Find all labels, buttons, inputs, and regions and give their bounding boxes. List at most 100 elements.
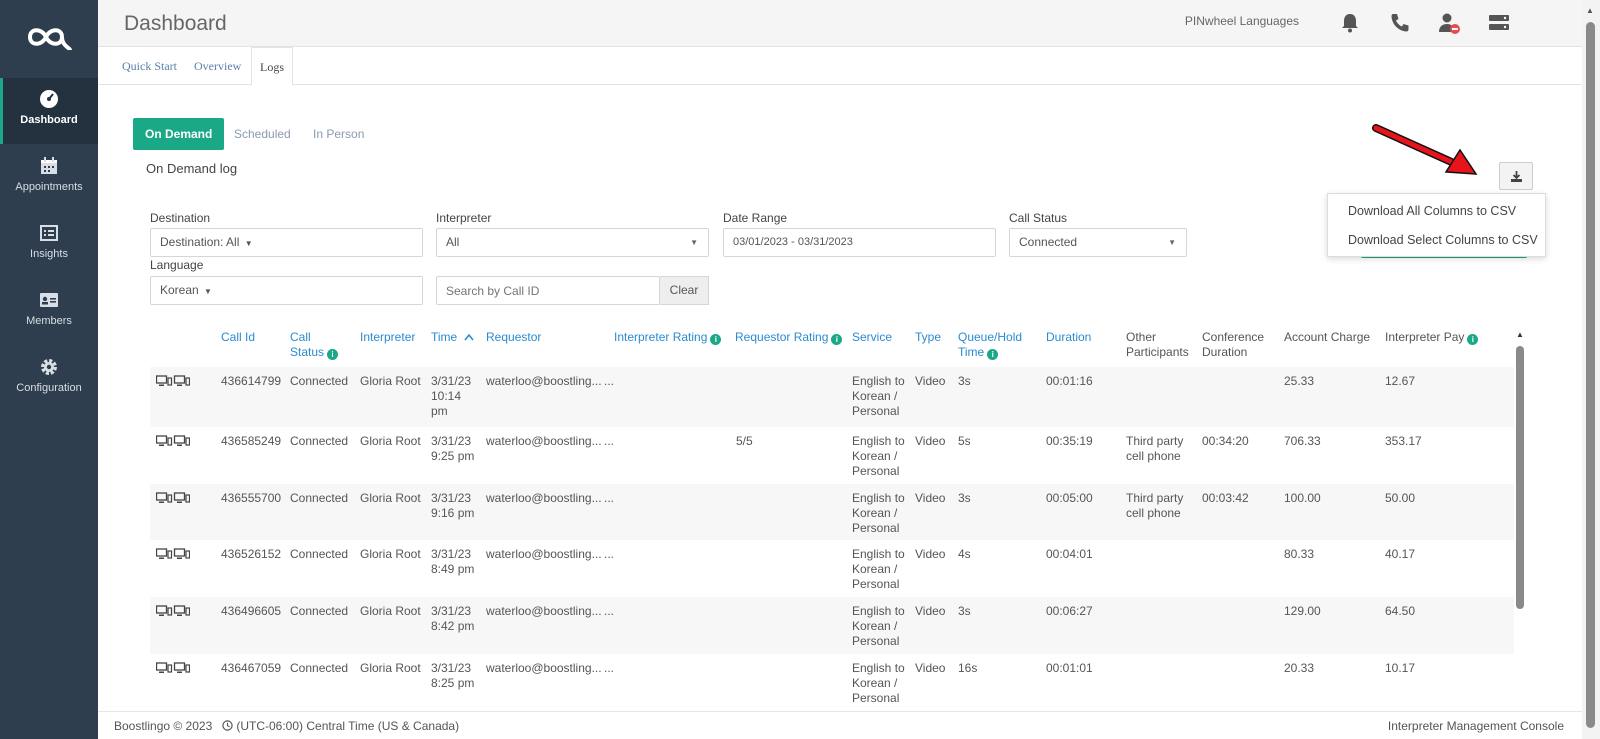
column-header-duration[interactable]: Duration — [1046, 330, 1091, 345]
boostlingo-logo-icon[interactable] — [24, 22, 74, 52]
column-header-time[interactable]: Time — [431, 330, 474, 345]
tab-overview[interactable]: Overview — [186, 47, 249, 85]
cell-time: 3/31/23 9:25 pm — [431, 434, 474, 464]
page-scroll-up-icon[interactable]: ▲ — [1586, 6, 1594, 15]
server-icon[interactable] — [1487, 11, 1511, 35]
cell-service: English to Korean / Personal — [852, 547, 905, 592]
sidebar-item-configuration[interactable]: Configuration — [0, 346, 98, 412]
scroll-up-icon[interactable]: ▲ — [1516, 330, 1524, 339]
cell-status: Connected — [290, 491, 348, 506]
sidebar-item-dashboard[interactable]: Dashboard — [0, 78, 98, 144]
table-row[interactable]: 436496605 Connected Gloria Root 3/31/23 8:42… — [150, 597, 1514, 654]
column-header-queue-hold-time[interactable]: Queue/Hold Time i — [958, 330, 1022, 360]
date-range-input[interactable]: 03/01/2023 - 03/31/2023 — [723, 228, 996, 257]
cell-account-charge: 706.33 — [1284, 434, 1321, 449]
cell-queue: 3s — [958, 491, 971, 506]
cell-line: 00:35:19 — [1046, 434, 1093, 448]
destination-label: Destination — [150, 211, 211, 225]
phone-icon[interactable] — [1388, 11, 1412, 35]
cell-line: 8:42 pm — [431, 619, 475, 633]
bell-icon[interactable] — [1338, 11, 1362, 35]
tab-quick-start[interactable]: Quick Start — [114, 47, 185, 85]
cell-line: waterloo@boostling... — [486, 491, 602, 505]
cell-duration: 00:35:19 — [1046, 434, 1093, 449]
cell-line: cell phone — [1126, 506, 1181, 520]
cell-line: 00:04:01 — [1046, 547, 1093, 561]
cell-type: Video — [915, 434, 945, 449]
cell-type: Video — [915, 374, 945, 389]
column-header-interpreter-rating[interactable]: Interpreter Rating i — [614, 330, 722, 345]
clear-button[interactable]: Clear — [660, 276, 709, 305]
table-row[interactable]: 436555700 Connected Gloria Root 3/31/23 9:16… — [150, 484, 1514, 540]
organization-name[interactable]: PINwheel Languages — [1185, 14, 1299, 28]
cell-line: Korean / — [852, 676, 898, 690]
cell-line: 3/31/23 — [431, 374, 472, 388]
subtab-scheduled[interactable]: Scheduled — [222, 118, 303, 150]
cell-line: 436496605 — [221, 604, 282, 618]
cell-line: 80.33 — [1284, 547, 1315, 561]
table-row[interactable]: 436526152 Connected Gloria Root 3/31/23 8:49… — [150, 540, 1514, 597]
column-header-call-status[interactable]: Call Status i — [290, 330, 339, 360]
cell-line: English to — [852, 547, 905, 561]
language-label: Language — [150, 258, 204, 272]
subtab-in-person[interactable]: In Person — [301, 118, 376, 150]
column-header-label: Queue/Hold — [958, 330, 1023, 344]
table-row[interactable]: 436614799 Connected Gloria Root 3/31/23 10:1… — [150, 367, 1514, 427]
search-call-id-input[interactable] — [436, 276, 660, 305]
cell-requestor: waterloo@boostling... — [486, 547, 602, 562]
calendar-icon — [41, 157, 57, 174]
device-icons — [156, 435, 190, 446]
sidebar-item-appointments[interactable]: Appointments — [0, 145, 98, 211]
sort-ascending-icon — [463, 333, 474, 341]
tab-logs[interactable]: Logs — [251, 47, 293, 86]
download-all-columns-option[interactable]: Download All Columns to CSV — [1348, 204, 1516, 218]
subtab-on-demand[interactable]: On Demand — [133, 118, 225, 150]
sidebar-item-members[interactable]: Members — [0, 279, 98, 345]
page-scrollbar-thumb[interactable] — [1586, 22, 1595, 728]
table-scrollbar[interactable] — [1516, 346, 1524, 609]
user-status-icon[interactable] — [1437, 11, 1461, 35]
cell-type: Video — [915, 604, 945, 619]
column-header-requestor-rating[interactable]: Requestor Rating i — [735, 330, 843, 345]
footer-brand: Boostlingo © 2023 — [114, 719, 213, 733]
column-header-type[interactable]: Type — [915, 330, 941, 345]
sidebar-item-label: Appointments — [15, 181, 83, 193]
cell-line: 64.50 — [1385, 604, 1416, 618]
cell-type: Video — [915, 661, 945, 676]
caret-down-icon: ▼ — [204, 287, 212, 296]
cell-duration: 00:05:00 — [1046, 491, 1093, 506]
device-icons — [156, 548, 190, 559]
info-icon[interactable]: i — [987, 349, 999, 360]
cell-line: Gloria Root — [360, 491, 421, 505]
column-header-label: Conference — [1202, 330, 1265, 344]
info-icon[interactable]: i — [327, 349, 339, 360]
column-header-call-id[interactable]: Call Id — [221, 330, 255, 345]
table-row[interactable]: 436467059 Connected Gloria Root 3/31/23 8:25… — [150, 654, 1514, 710]
destination-value: Destination: All — [160, 235, 240, 249]
cell-line: 436526152 — [221, 547, 282, 561]
device-icons — [156, 492, 190, 503]
download-button[interactable] — [1499, 162, 1533, 190]
cell-line: Connected — [290, 604, 349, 618]
destination-dropdown[interactable]: Destination: All ▼ — [150, 228, 423, 257]
cell-line: Gloria Root — [360, 661, 421, 675]
cell-interpreter: Gloria Root — [360, 491, 421, 506]
table-row[interactable]: 436585249 Connected Gloria Root 3/31/23 9:25… — [150, 427, 1514, 484]
info-icon[interactable]: i — [831, 334, 843, 345]
cell-line: Gloria Root — [360, 374, 421, 388]
cell-line: Video — [915, 604, 946, 618]
column-header-interpreter[interactable]: Interpreter — [360, 330, 415, 345]
info-icon[interactable]: i — [710, 334, 722, 345]
column-header-requestor[interactable]: Requestor — [486, 330, 541, 345]
language-dropdown[interactable]: Korean ▼ — [150, 276, 423, 305]
cell-line: 436585249 — [221, 434, 282, 448]
download-select-columns-option[interactable]: Download Select Columns to CSV — [1348, 233, 1538, 247]
sidebar-item-insights[interactable]: Insights — [0, 212, 98, 278]
call-status-select[interactable]: Connected ▼ — [1009, 228, 1187, 257]
column-header-service[interactable]: Service — [852, 330, 892, 345]
interpreter-select[interactable]: All ▼ — [436, 228, 709, 257]
cell-line: Third party — [1126, 491, 1184, 505]
caret-down-icon: ▼ — [690, 238, 698, 247]
sidebar-item-label: Insights — [30, 248, 68, 260]
info-icon[interactable]: i — [1467, 334, 1479, 345]
